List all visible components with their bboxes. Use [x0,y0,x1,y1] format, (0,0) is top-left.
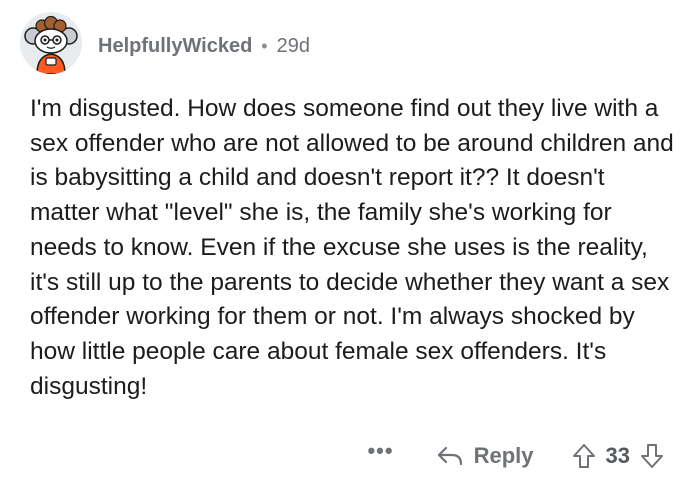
reply-arrow-icon [436,445,464,467]
vote-controls: 33 [572,443,664,469]
reply-label: Reply [473,443,534,468]
downvote-arrow-icon[interactable] [640,443,664,469]
comment-body: I'm disgusted. How does someone find out… [30,95,674,400]
reply-button[interactable]: Reply [436,443,534,469]
comment-meta: HelpfullyWicked • 29d [98,35,310,58]
snoo-avatar-icon[interactable] [20,12,82,74]
comment-actions: ••• Reply 33 [367,438,664,472]
meta-separator: • [261,36,268,56]
comment: HelpfullyWicked • 29d I'm disgusted. How… [0,0,700,481]
more-options-button[interactable]: ••• [367,438,393,464]
author-username[interactable]: HelpfullyWicked [98,35,252,58]
vote-score: 33 [605,443,630,468]
upvote-arrow-icon[interactable] [572,443,596,469]
comment-age: 29d [276,35,310,57]
